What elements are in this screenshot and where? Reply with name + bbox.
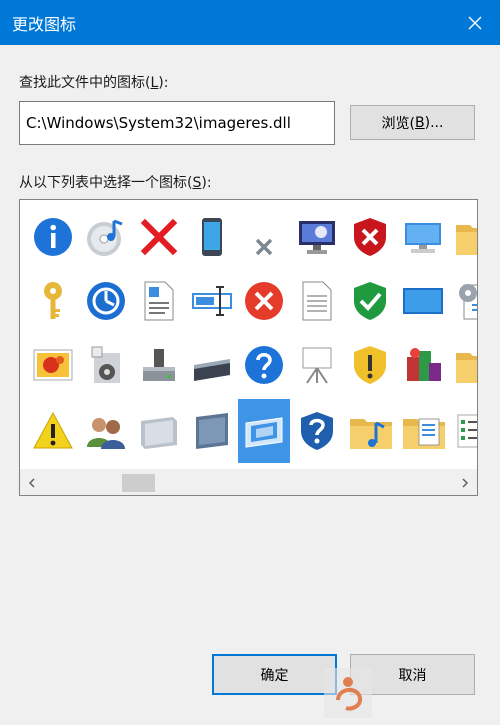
icon-grid-item[interactable] — [27, 399, 79, 463]
folder-icon — [456, 353, 477, 383]
projector-icon — [302, 347, 332, 384]
icon-grid-item[interactable] — [27, 333, 79, 397]
icon-grid-item[interactable] — [344, 269, 396, 333]
media-cd-icon — [87, 219, 123, 256]
icon-grid-item[interactable] — [397, 205, 449, 269]
scroll-right-button[interactable] — [455, 470, 475, 495]
window-title: 更改图标 — [12, 15, 77, 34]
error-icon — [245, 282, 283, 320]
media-player-icon — [91, 346, 120, 383]
icon-grid-item[interactable] — [344, 205, 396, 269]
icon-grid-item[interactable] — [450, 333, 477, 397]
icon-grid-item[interactable] — [238, 269, 290, 333]
icon-grid-item[interactable] — [238, 399, 290, 463]
display-selected-icon — [245, 417, 283, 448]
blank-page-icon — [302, 281, 332, 321]
icon-grid-item[interactable] — [80, 399, 132, 463]
documents-folder-icon — [403, 418, 445, 449]
watermark-logo-icon — [324, 668, 372, 718]
icon-grid-item[interactable] — [238, 205, 290, 269]
server-icon — [141, 417, 177, 449]
ok-button[interactable]: 确定 — [212, 654, 337, 695]
icon-grid-item[interactable] — [450, 269, 477, 333]
scroll-left-button[interactable] — [22, 470, 42, 495]
icon-grid-item[interactable] — [133, 333, 185, 397]
icon-grid-item[interactable] — [291, 205, 343, 269]
ok-label: 确定 — [260, 667, 289, 684]
monitor-icon — [299, 221, 335, 254]
shield-warning-icon — [354, 346, 386, 384]
icon-grid-item[interactable] — [397, 399, 449, 463]
icon-grid-item[interactable] — [27, 269, 79, 333]
document-icon — [144, 281, 174, 321]
chevron-left-icon — [28, 477, 35, 488]
browse-suffix: )... — [424, 114, 444, 131]
info-icon — [34, 218, 72, 256]
scanner-icon — [194, 359, 230, 381]
icon-grid-item[interactable] — [238, 333, 290, 397]
shield-check-icon — [354, 282, 386, 320]
icon-grid-item[interactable] — [186, 399, 238, 463]
panel-icon — [196, 413, 228, 449]
find-icons-label: 查找此文件中的图标(L): — [19, 72, 168, 92]
shield-help-icon — [301, 412, 333, 450]
close-button[interactable] — [450, 0, 500, 45]
music-folder-icon — [350, 419, 392, 449]
settings-document-icon — [459, 284, 477, 320]
icon-grid-item[interactable] — [291, 333, 343, 397]
list-label-text: 从以下列表中选择一个图标( — [19, 175, 193, 191]
computer-icon — [405, 223, 441, 253]
pictures-icon — [33, 349, 73, 381]
file-path-input[interactable] — [19, 101, 335, 145]
icon-grid-item[interactable] — [27, 205, 79, 269]
icon-grid-item[interactable] — [186, 333, 238, 397]
icon-grid-item[interactable] — [133, 399, 185, 463]
icon-grid-item[interactable] — [186, 205, 238, 269]
list-icon — [457, 414, 477, 448]
icon-list-label: 从以下列表中选择一个图标(S): — [19, 172, 212, 192]
cancel-label: 取消 — [398, 667, 427, 684]
icon-grid-item[interactable] — [450, 205, 477, 269]
icon-list[interactable] — [19, 199, 478, 496]
close-icon — [468, 16, 482, 29]
find-label-suffix: ): — [158, 75, 169, 91]
screen-icon — [403, 288, 443, 314]
key-icon — [44, 282, 62, 319]
icon-grid-item[interactable] — [344, 333, 396, 397]
scroll-thumb[interactable] — [122, 474, 155, 492]
horizontal-scrollbar[interactable] — [20, 469, 477, 495]
find-label-text: 查找此文件中的图标( — [19, 75, 151, 91]
folder-icon — [456, 225, 477, 255]
shield-error-icon — [354, 218, 386, 256]
red-x-icon — [140, 218, 178, 256]
list-label-suffix: ): — [201, 175, 212, 191]
icon-grid-item[interactable] — [80, 333, 132, 397]
icon-grid-item[interactable] — [80, 205, 132, 269]
mobile-device-icon — [202, 218, 222, 256]
browse-label: 浏览( — [381, 115, 416, 132]
warning-icon — [33, 411, 73, 449]
icon-grid-item[interactable] — [291, 269, 343, 333]
icon-grid-item[interactable] — [397, 333, 449, 397]
icon-grid-item[interactable] — [186, 269, 238, 333]
chevron-right-icon — [462, 477, 469, 488]
programs-icon — [407, 348, 441, 381]
icon-grid-item[interactable] — [80, 269, 132, 333]
icon-grid-item[interactable] — [450, 399, 477, 463]
title-bar: 更改图标 — [0, 0, 500, 45]
icon-grid — [20, 200, 477, 472]
icon-grid-item[interactable] — [291, 399, 343, 463]
performance-clock-icon — [87, 282, 125, 320]
small-x-icon — [255, 238, 273, 256]
icon-grid-item[interactable] — [344, 399, 396, 463]
icon-grid-item[interactable] — [133, 269, 185, 333]
users-icon — [87, 418, 125, 449]
rename-icon — [192, 286, 232, 316]
help-icon — [245, 346, 283, 384]
icon-grid-item[interactable] — [397, 269, 449, 333]
browse-button[interactable]: 浏览(B)... — [350, 105, 475, 140]
browse-accel: B — [415, 114, 425, 131]
drive-icon — [143, 349, 175, 381]
icon-grid-item[interactable] — [133, 205, 185, 269]
